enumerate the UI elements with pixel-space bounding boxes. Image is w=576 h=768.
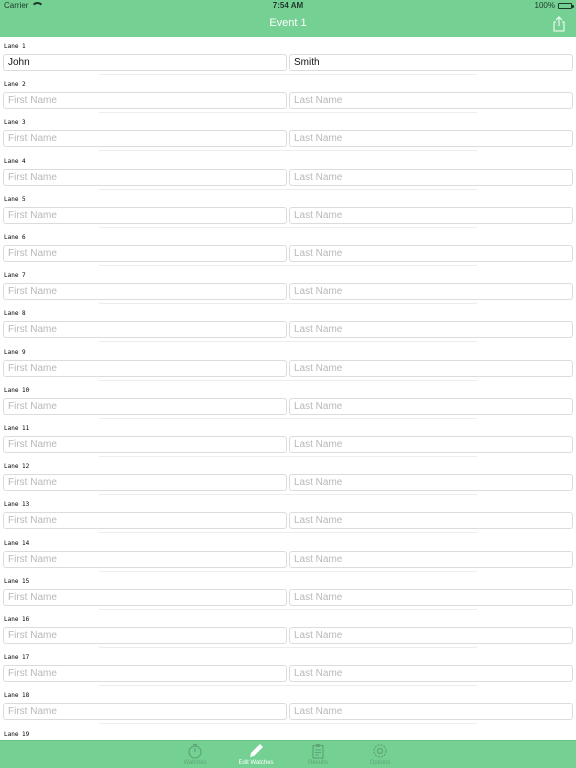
lane-label: Lane 4 [4, 157, 26, 165]
status-time: 7:54 AM [272, 1, 304, 10]
last-name-field[interactable] [289, 474, 573, 492]
lane-row: Lane 17 [0, 648, 576, 687]
last-name-field[interactable] [289, 359, 573, 377]
battery-percent: 100% [534, 1, 555, 10]
lane-row: Lane 7 [0, 266, 576, 305]
lane-row: Lane 13 [0, 495, 576, 534]
lane-label: Lane 3 [4, 119, 26, 127]
first-name-field[interactable] [3, 283, 287, 301]
lane-row: Lane 5 [0, 190, 576, 228]
lane-row: Lane 18 [0, 686, 576, 725]
tab-watches[interactable]: Watches [171, 741, 219, 768]
first-name-field[interactable] [3, 550, 287, 568]
last-name-field[interactable] [289, 130, 573, 148]
first-name-field[interactable] [3, 130, 287, 148]
gear-icon [372, 743, 388, 759]
lane-label: Lane 14 [4, 539, 30, 547]
first-name-field[interactable] [3, 703, 287, 721]
first-name-field[interactable] [3, 54, 287, 71]
lane-row: Lane 15 [0, 572, 576, 610]
lane-row: Lane 16 [0, 610, 576, 648]
tab-options[interactable]: Options [356, 741, 404, 768]
lane-label: Lane 8 [4, 310, 26, 318]
lane-row: Lane 14 [0, 534, 576, 572]
lane-row: Lane 10 [0, 381, 576, 419]
last-name-field[interactable] [289, 703, 573, 721]
first-name-field[interactable] [3, 206, 287, 224]
lane-row: Lane 2 [0, 75, 576, 114]
first-name-field[interactable] [3, 397, 287, 415]
lane-label: Lane 5 [4, 195, 26, 203]
last-name-field[interactable] [289, 665, 573, 683]
first-name-field[interactable] [3, 665, 287, 683]
last-name-field[interactable] [289, 92, 573, 110]
navigation-bar: Event 1 [0, 12, 576, 37]
first-name-field[interactable] [3, 627, 287, 644]
lane-label: Lane 13 [4, 501, 30, 509]
lane-row: Lane 12 [0, 457, 576, 496]
last-name-field[interactable] [289, 168, 573, 186]
tab-label: Options [369, 760, 391, 766]
first-name-field[interactable] [3, 588, 287, 606]
page-title: Event 1 [269, 17, 307, 29]
last-name-field[interactable] [289, 588, 573, 606]
lane-label: Lane 7 [4, 272, 26, 280]
first-name-field[interactable] [3, 359, 287, 377]
share-button[interactable] [552, 16, 566, 32]
first-name-field[interactable] [3, 168, 287, 186]
last-name-field[interactable] [289, 245, 573, 262]
status-bar: Carrier 7:54 AM 100% [0, 0, 576, 12]
last-name-field[interactable] [289, 550, 573, 568]
pencil-icon [248, 743, 264, 759]
lane-list[interactable]: Lane 1 Lane 2 Lane 3 Lane 4 Lane 5 Lane 6 Lane… [0, 37, 576, 740]
lane-label: Lane 11 [4, 425, 30, 432]
clipboard-icon [310, 743, 326, 759]
stopwatch-icon [187, 743, 203, 759]
lane-row: Lane 3 [0, 113, 576, 152]
last-name-field[interactable] [289, 627, 573, 644]
lane-label: Lane 6 [4, 234, 26, 241]
lane-row: Lane 11 [0, 419, 576, 457]
first-name-field[interactable] [3, 245, 287, 262]
lane-row: Lane 8 [0, 304, 576, 343]
lane-label: Lane 12 [4, 463, 30, 471]
last-name-field[interactable] [289, 436, 573, 453]
lane-row: Lane 6 [0, 228, 576, 266]
last-name-field[interactable] [289, 206, 573, 224]
last-name-field[interactable] [289, 54, 573, 71]
lane-label: Lane 16 [4, 616, 30, 623]
tab-label: Results [307, 760, 328, 766]
lane-label: Lane 17 [4, 654, 30, 662]
lane-label: Lane 2 [4, 81, 26, 89]
battery-icon [558, 2, 574, 9]
first-name-field[interactable] [3, 92, 287, 110]
lane-row: Lane 4 [0, 152, 576, 190]
lane-label: Lane 9 [4, 348, 26, 356]
lane-label: Lane 10 [4, 386, 30, 394]
lane-row: Lane 9 [0, 343, 576, 381]
tab-label: Edit Watches [238, 760, 274, 766]
last-name-field[interactable] [289, 512, 573, 530]
last-name-field[interactable] [289, 321, 573, 339]
last-name-field[interactable] [289, 283, 573, 301]
first-name-field[interactable] [3, 512, 287, 530]
lane-label: Lane 19 [4, 730, 30, 738]
lane-label: Lane 1 [4, 43, 26, 50]
last-name-field[interactable] [289, 397, 573, 415]
share-icon [553, 16, 565, 32]
lane-row: Lane 1 [0, 37, 576, 75]
first-name-field[interactable] [3, 436, 287, 453]
lane-label: Lane 18 [4, 692, 30, 700]
lane-row: Lane 19 [0, 725, 576, 740]
battery-indicator: 100% [534, 1, 574, 10]
lane-label: Lane 15 [4, 577, 30, 585]
first-name-field[interactable] [3, 474, 287, 492]
first-name-field[interactable] [3, 321, 287, 339]
tab-bar: Watches Edit Watches Results Options [0, 740, 576, 768]
tab-results[interactable]: Results [294, 741, 342, 768]
tab-edit-watches[interactable]: Edit Watches [232, 741, 280, 768]
tab-label: Watches [183, 760, 207, 766]
